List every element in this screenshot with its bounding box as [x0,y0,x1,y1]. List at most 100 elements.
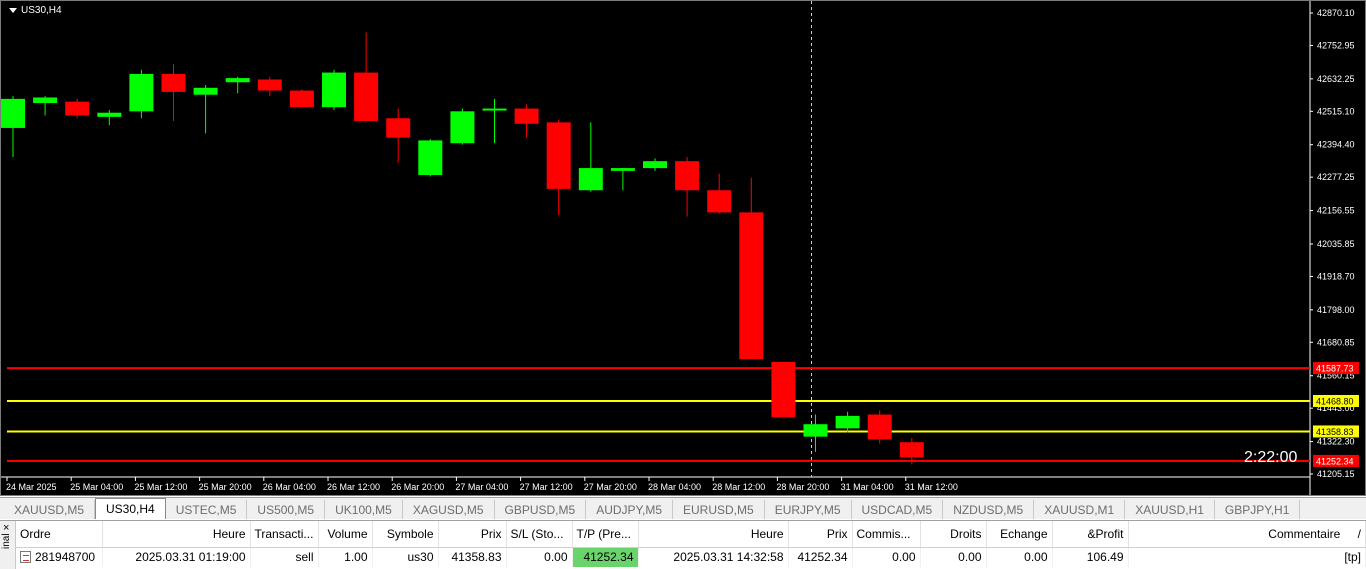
cell-droits: 0.00 [920,547,987,567]
chart-tab[interactable]: USTEC,M5 [166,500,248,519]
price-tick-label: 42632.25 [1317,74,1355,84]
chart-tab[interactable]: UK100,M5 [325,500,403,519]
price-tag-label: 41587.73 [1316,364,1354,374]
trading-terminal: 42870.10 42752.95 42632.25 42515.10 42394.40… [0,0,1366,569]
candle-body[interactable] [610,168,635,171]
price-tick-label: 41798.00 [1317,305,1355,315]
candle-body[interactable] [546,122,571,189]
chart-tab[interactable]: US30,H4 [95,498,166,519]
column-header-ordre[interactable]: Ordre [16,521,103,548]
candle-body[interactable] [289,90,314,108]
candle-body[interactable] [161,73,186,92]
candle-body[interactable] [482,108,507,111]
candle-body[interactable] [739,212,764,360]
candle-body[interactable] [1,98,25,128]
candle-body[interactable] [129,73,154,112]
chart-window[interactable]: 42870.10 42752.95 42632.25 42515.10 42394.40… [0,0,1366,496]
sort-indicator: / [1357,526,1361,541]
candle-body[interactable] [386,118,411,138]
price-tick-label: 42752.95 [1317,40,1355,50]
dropdown-triangle-icon[interactable] [9,8,17,13]
chart-tab[interactable]: XAUUSD,M1 [1034,500,1126,519]
price-tick-label: 41322.30 [1317,437,1355,447]
candle-body[interactable] [65,101,90,116]
cell-sl: 0.00 [506,547,573,567]
candle-body[interactable] [707,190,732,213]
candle-body[interactable] [97,112,122,117]
column-header-prix[interactable]: Prix [438,521,507,548]
cell-ordre: 281948700 [16,547,103,567]
price-chart[interactable]: 42870.10 42752.95 42632.25 42515.10 42394.40… [1,1,1365,495]
column-header-prix-close[interactable]: Prix [788,521,853,548]
chart-tab[interactable]: NZDUSD,M5 [943,500,1035,519]
time-tick-label: 24 Mar 2025 [6,482,57,492]
price-tick-label: 42515.10 [1317,106,1355,116]
chart-tab[interactable]: AUDJPY,M5 [586,500,673,519]
price-tag-label: 41252.34 [1316,456,1354,466]
chart-tab[interactable]: GBPJPY,H1 [1215,500,1301,519]
chart-tab[interactable]: GBPUSD,M5 [495,500,587,519]
candle-body[interactable] [643,161,667,169]
candle-body[interactable] [578,168,603,191]
candle-body[interactable] [418,140,443,176]
candle-body[interactable] [803,424,828,437]
time-tick-label: 28 Mar 04:00 [648,482,701,492]
chart-tab[interactable]: EURJPY,M5 [765,500,852,519]
chart-tab[interactable]: XAUUSD,H1 [1125,500,1215,519]
candle-body[interactable] [835,415,860,429]
candle-body[interactable] [771,361,796,418]
table-row[interactable]: 281948700 2025.03.31 01:19:00 sell 1.00 … [16,547,1366,567]
cell-ordre-value: 281948700 [35,550,96,565]
candle-body[interactable] [225,78,250,83]
time-tick-label: 25 Mar 20:00 [199,482,252,492]
candle-body[interactable] [867,414,892,440]
time-tick-label: 27 Mar 20:00 [584,482,637,492]
time-tick-label: 28 Mar 12:00 [712,482,765,492]
column-header-commentaire[interactable]: Commentaire / [1128,521,1366,548]
chart-tab[interactable]: US500,M5 [247,500,326,519]
price-tick-label: 41680.85 [1317,337,1355,347]
column-header-volume[interactable]: Volume [318,521,373,548]
close-icon[interactable]: × [3,523,9,534]
candle-body[interactable] [322,72,346,108]
price-tick-label: 42035.85 [1317,239,1355,249]
time-tick-label: 26 Mar 12:00 [327,482,380,492]
candle-body[interactable] [450,111,475,144]
time-tick-label: 27 Mar 12:00 [520,482,573,492]
chart-symbol-label[interactable]: US30,H4 [9,5,62,16]
candle-body[interactable] [675,161,700,191]
column-header-heure[interactable]: Heure [102,521,251,548]
price-tick-label: 42394.40 [1317,140,1355,150]
column-header-commission[interactable]: Commis... [852,521,921,548]
price-tick-label: 42156.55 [1317,206,1355,216]
candle-body[interactable] [193,87,218,95]
column-header-echange[interactable]: Echange [986,521,1053,548]
candle-body[interactable] [354,72,379,122]
column-header-tp[interactable]: T/P (Pre... [572,521,639,548]
candle-body[interactable] [33,97,58,104]
bar-countdown: 2:22:00 [1244,449,1298,466]
time-tick-label: 27 Mar 04:00 [455,482,508,492]
candle-body[interactable] [899,442,924,458]
cell-echange: 0.00 [986,547,1053,567]
column-header-heure-close[interactable]: Heure [638,521,789,548]
history-table: Ordre Heure Transacti... Volume Symbole … [16,521,1366,567]
price-tag-label: 41358.83 [1316,427,1354,437]
terminal-panel: × inal Ordre Heure Transacti... Volume S… [0,520,1366,569]
chart-tab[interactable]: XAUUSD,M5 [4,500,96,519]
cell-commentaire: [tp] [1128,547,1366,567]
candle-body[interactable] [257,79,282,91]
chart-tab[interactable]: USDCAD,M5 [852,500,944,519]
column-header-symbole[interactable]: Symbole [372,521,439,548]
chart-tab[interactable]: EURUSD,M5 [673,500,765,519]
column-header-transaction[interactable]: Transacti... [250,521,319,548]
cell-commission: 0.00 [852,547,921,567]
chart-tab[interactable]: XAGUSD,M5 [403,500,495,519]
column-header-commentaire-label: Commentaire [1268,526,1341,541]
candle-body[interactable] [514,108,539,124]
cell-tp: 41252.34 [572,547,639,567]
column-header-droits[interactable]: Droits [920,521,987,548]
column-header-sl[interactable]: S/L (Sto... [506,521,573,548]
cell-transaction: sell [250,547,319,567]
column-header-profit[interactable]: &Profit [1052,521,1129,548]
